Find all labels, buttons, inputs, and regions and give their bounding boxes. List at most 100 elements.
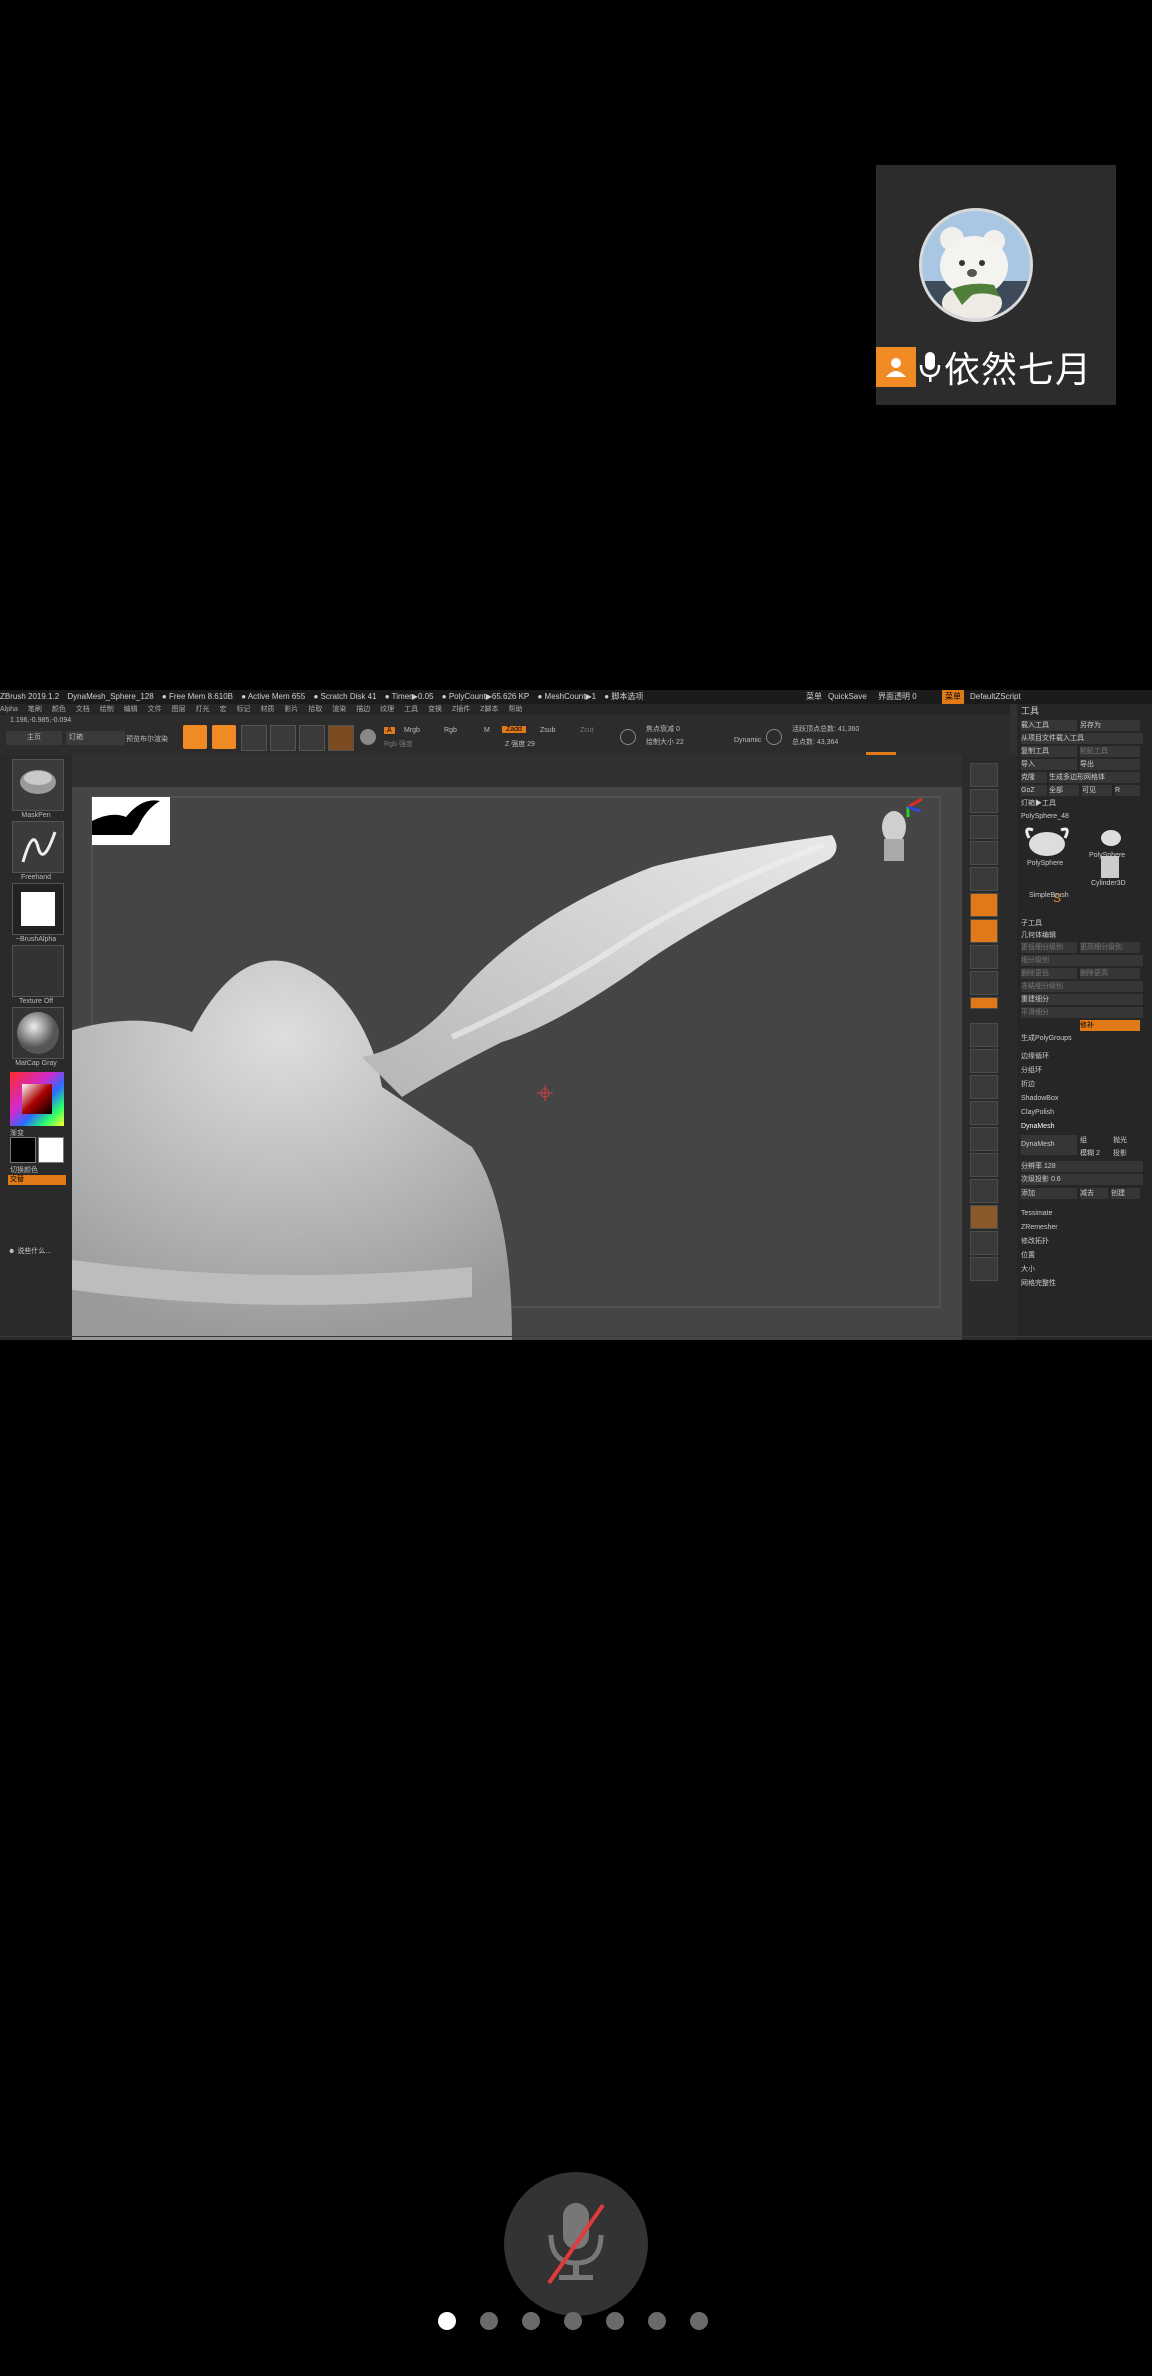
menu-light[interactable]: 灯光 <box>196 706 210 713</box>
secondary-color-swatch[interactable] <box>10 1137 36 1163</box>
dynamic-button[interactable]: Dynamic <box>734 737 761 744</box>
canvas-viewport[interactable] <box>72 787 962 1340</box>
chat-hint[interactable]: ☻ 说些什么... <box>8 1245 64 1259</box>
claypolish-header[interactable]: ClayPolish <box>1021 1107 1143 1118</box>
dynamesh-polish-button[interactable]: 抛光 <box>1113 1135 1143 1146</box>
main-color-swatch[interactable] <box>38 1137 64 1163</box>
focal-shift-slider[interactable]: 焦点衰减 0 <box>646 724 680 734</box>
stroke-thumb[interactable] <box>12 821 64 873</box>
menu-render[interactable]: 渲染 <box>332 706 346 713</box>
rotate-mode-button[interactable] <box>299 725 325 751</box>
subprojection-slider[interactable]: 次级投影 0.6 <box>1021 1174 1143 1185</box>
material-sphere-button[interactable] <box>328 725 354 751</box>
group-loops-header[interactable]: 分组环 <box>1021 1065 1143 1076</box>
menu-edit[interactable]: 编辑 <box>124 706 138 713</box>
import-button[interactable]: 导入 <box>1021 759 1077 770</box>
r-button[interactable]: R <box>1115 785 1140 796</box>
zoom-button[interactable] <box>970 815 998 839</box>
alternate-button[interactable]: 交替 <box>8 1175 66 1185</box>
size-header[interactable]: 大小 <box>1021 1264 1143 1275</box>
copy-tool-button[interactable]: 复制工具 <box>1021 746 1077 757</box>
dynamic-persp-button[interactable] <box>970 1205 998 1229</box>
menu-movie[interactable]: 影片 <box>284 706 298 713</box>
quicksave-button[interactable]: QuickSave <box>828 690 867 704</box>
menu-zscript[interactable]: Z脚本 <box>480 706 498 713</box>
xyz-button[interactable] <box>970 971 998 995</box>
scroll-button[interactable] <box>970 789 998 813</box>
menu-stroke[interactable]: 描边 <box>356 706 370 713</box>
modify-topology-header[interactable]: 修改拓扑 <box>1021 1236 1143 1247</box>
local-button[interactable] <box>970 945 998 969</box>
menu-document[interactable]: 文档 <box>76 706 90 713</box>
transp-button[interactable] <box>970 1179 998 1203</box>
menu-button[interactable]: 菜单 <box>942 690 964 704</box>
participant-tile[interactable]: 依然七月 <box>876 165 1116 405</box>
menu-toggle[interactable]: 菜单 <box>806 690 822 704</box>
generate-polygroups-button[interactable]: 生成PolyGroups <box>1021 1033 1143 1044</box>
page-dot[interactable] <box>606 2312 624 2330</box>
menu-zplugin[interactable]: Z插件 <box>452 706 470 713</box>
freeze-subdiv-button[interactable]: 冻结细分级别 <box>1021 981 1143 992</box>
lower-res-button[interactable]: 更低细分级别 <box>1021 942 1077 953</box>
color-picker[interactable] <box>10 1072 64 1126</box>
gyro-button[interactable] <box>970 997 998 1009</box>
aahalf-button[interactable] <box>970 867 998 891</box>
clone-button[interactable]: 克隆 <box>1021 772 1047 783</box>
load-from-project-button[interactable]: 从项目文件载入工具 <box>1021 733 1143 744</box>
crease-header[interactable]: 折边 <box>1021 1079 1143 1090</box>
menu-draw[interactable]: 绘制 <box>100 706 114 713</box>
tessimate-header[interactable]: Tessimate <box>1021 1208 1143 1219</box>
line-fill-button[interactable] <box>970 1127 998 1151</box>
floor-button[interactable] <box>970 919 998 943</box>
menu-color[interactable]: 颜色 <box>52 706 66 713</box>
del-higher-button[interactable]: 删除更高 <box>1080 968 1140 979</box>
zsub-button[interactable]: Zsub <box>540 727 556 734</box>
home-button[interactable]: 主页 <box>6 731 62 745</box>
menu-layer[interactable]: 图层 <box>172 706 186 713</box>
alpha-thumb[interactable] <box>12 883 64 935</box>
page-dot[interactable] <box>690 2312 708 2330</box>
save-as-button[interactable]: 另存为 <box>1080 720 1140 731</box>
subtool-header[interactable]: 子工具 <box>1021 918 1143 929</box>
menu-material[interactable]: 材质 <box>260 706 274 713</box>
rgb-intensity-slider[interactable]: Rgb 强度 <box>384 739 413 749</box>
dynamesh-add-button[interactable]: 添加 <box>1021 1188 1077 1199</box>
dynamesh-header[interactable]: DynaMesh <box>1021 1121 1143 1132</box>
menu-picker[interactable]: 拾取 <box>308 706 322 713</box>
bpr-button[interactable] <box>970 763 998 787</box>
goz-button[interactable]: GoZ <box>1021 785 1047 796</box>
page-dot[interactable] <box>438 2312 456 2330</box>
scale-mode-button[interactable] <box>270 725 296 751</box>
rotate-button[interactable] <box>970 1101 998 1125</box>
position-header[interactable]: 位置 <box>1021 1250 1143 1261</box>
actual-button[interactable] <box>970 841 998 865</box>
mute-button[interactable] <box>504 2172 648 2316</box>
resolution-slider[interactable]: 分辨率 128 <box>1021 1161 1143 1172</box>
zcut-button[interactable]: Zcut <box>580 727 594 734</box>
menu-brush[interactable]: 笔刷 <box>28 706 42 713</box>
polyf-button[interactable] <box>970 1153 998 1177</box>
lightbox-tools-button[interactable]: 灯箱▶工具 <box>1021 798 1143 809</box>
menu-alpha[interactable]: Alpha <box>0 706 18 713</box>
mesh-integrity-header[interactable]: 网格完整性 <box>1021 1278 1143 1289</box>
paste-tool-button[interactable]: 粘贴工具 <box>1080 746 1140 757</box>
page-dot[interactable] <box>648 2312 666 2330</box>
draw-size-slider[interactable]: 绘制大小 22 <box>646 737 684 747</box>
del-lower-button[interactable]: 删除更低 <box>1021 968 1077 979</box>
rgb-button[interactable]: Rgb <box>444 727 457 734</box>
menu-macro[interactable]: 宏 <box>219 706 226 713</box>
menu-transform[interactable]: 变换 <box>428 706 442 713</box>
zadd-button[interactable]: Zadd <box>502 726 526 733</box>
persp-button[interactable] <box>970 893 998 917</box>
live-boolean-button[interactable]: 预览布尔渲染 <box>126 734 168 744</box>
zremesher-header[interactable]: ZRemesher <box>1021 1222 1143 1233</box>
move-mode-button[interactable] <box>241 725 267 751</box>
page-dot[interactable] <box>564 2312 582 2330</box>
ui-transparency[interactable]: 界面透明 0 <box>878 690 917 704</box>
export-button[interactable]: 导出 <box>1080 759 1140 770</box>
shadowbox-header[interactable]: ShadowBox <box>1021 1093 1143 1104</box>
menu-file[interactable]: 文件 <box>148 706 162 713</box>
make-polymesh-button[interactable]: 生成多边形网格体 <box>1049 772 1140 783</box>
menu-marker[interactable]: 标记 <box>236 706 250 713</box>
dynamesh-project-button[interactable]: 投影 <box>1113 1148 1143 1159</box>
